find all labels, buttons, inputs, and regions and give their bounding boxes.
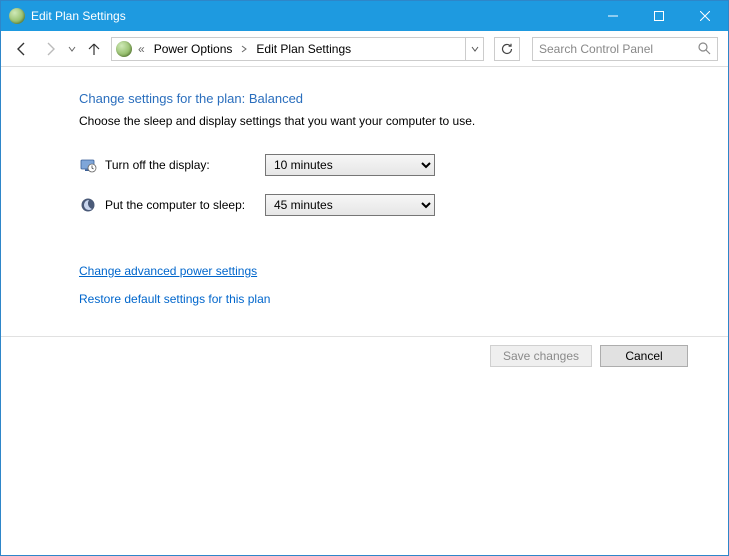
row-sleep: Put the computer to sleep: 45 minutes <box>79 194 704 216</box>
close-button[interactable] <box>682 1 728 31</box>
chevron-left-icon: « <box>136 42 147 56</box>
button-bar: Save changes Cancel <box>1 336 728 375</box>
back-button[interactable] <box>11 37 33 61</box>
power-options-icon <box>116 41 132 57</box>
display-timeout-select[interactable]: 10 minutes <box>265 154 435 176</box>
maximize-button[interactable] <box>636 1 682 31</box>
address-history-button[interactable] <box>465 38 483 60</box>
explorer-toolbar: « Power Options Edit Plan Settings Searc… <box>1 31 728 67</box>
display-timer-icon <box>79 156 97 174</box>
cancel-button[interactable]: Cancel <box>600 345 688 367</box>
page-heading: Change settings for the plan: Balanced <box>79 91 704 106</box>
address-bar[interactable]: « Power Options Edit Plan Settings <box>111 37 484 61</box>
breadcrumb-seg-edit-plan[interactable]: Edit Plan Settings <box>253 42 354 56</box>
sleep-timeout-select[interactable]: 45 minutes <box>265 194 435 216</box>
breadcrumb-seg-power-options[interactable]: Power Options <box>151 42 236 56</box>
refresh-button[interactable] <box>494 37 520 61</box>
page-subheading: Choose the sleep and display settings th… <box>79 114 704 128</box>
search-input[interactable]: Search Control Panel <box>532 37 718 61</box>
link-restore-defaults[interactable]: Restore default settings for this plan <box>79 292 270 306</box>
forward-button[interactable] <box>39 37 61 61</box>
window-titlebar: Edit Plan Settings <box>1 1 728 31</box>
chevron-right-icon <box>239 42 249 56</box>
row-turn-off-display: Turn off the display: 10 minutes <box>79 154 704 176</box>
recent-locations-button[interactable] <box>67 45 77 53</box>
window-title: Edit Plan Settings <box>31 9 126 23</box>
sleep-moon-icon <box>79 196 97 214</box>
save-button[interactable]: Save changes <box>490 345 592 367</box>
power-options-icon <box>9 8 25 24</box>
sleep-label: Put the computer to sleep: <box>105 198 265 212</box>
search-icon <box>698 42 711 55</box>
up-button[interactable] <box>83 37 105 61</box>
search-placeholder: Search Control Panel <box>539 42 698 56</box>
link-advanced-settings[interactable]: Change advanced power settings <box>79 264 257 278</box>
minimize-button[interactable] <box>590 1 636 31</box>
page-content: Change settings for the plan: Balanced C… <box>1 67 728 316</box>
display-label: Turn off the display: <box>105 158 265 172</box>
